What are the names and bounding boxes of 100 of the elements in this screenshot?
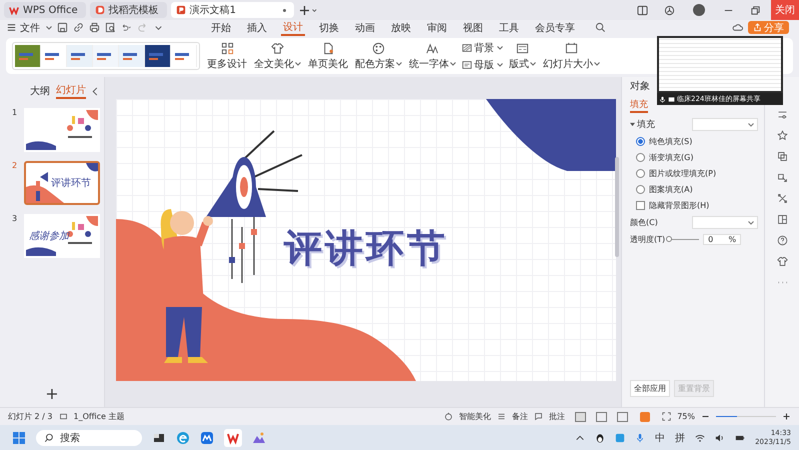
template-thumbnail[interactable]: [145, 45, 171, 67]
mountain-app-icon[interactable]: [252, 430, 266, 444]
windows-start-icon[interactable]: [12, 430, 26, 444]
sliders-icon[interactable]: [776, 109, 788, 120]
ribbon-tab[interactable]: 审阅: [425, 20, 449, 34]
template-thumbnail[interactable]: [67, 45, 93, 67]
layout-icon[interactable]: [776, 214, 788, 225]
fill-tab[interactable]: 填充: [630, 98, 648, 113]
theme-icon[interactable]: [58, 412, 68, 421]
reading-view-icon[interactable]: [617, 412, 628, 422]
fit-window-icon[interactable]: [662, 412, 672, 421]
slider-thumb[interactable]: [666, 236, 672, 242]
template-thumbnail[interactable]: [15, 45, 41, 67]
menu-icon[interactable]: [6, 22, 17, 33]
grid-view-icon[interactable]: [596, 412, 608, 422]
print-icon[interactable]: [89, 22, 100, 33]
help-icon[interactable]: [776, 235, 788, 246]
caret-icon: [450, 62, 456, 66]
radio-button[interactable]: [636, 185, 645, 194]
ribbon-tab[interactable]: 会员专享: [533, 20, 577, 34]
add-slide-button[interactable]: +: [45, 384, 59, 403]
wifi-icon[interactable]: [695, 432, 706, 442]
page-icon: [322, 42, 334, 54]
radio-button[interactable]: [636, 169, 645, 178]
template-thumbnail[interactable]: [93, 45, 119, 67]
beautify-icon[interactable]: [444, 412, 454, 421]
shape-icon[interactable]: [776, 172, 788, 183]
radio-button[interactable]: [636, 137, 645, 146]
meeting-app-icon[interactable]: [200, 430, 214, 444]
collapse-icon[interactable]: [92, 86, 98, 96]
apply-all-button[interactable]: 全部应用: [630, 380, 670, 397]
avatar-icon[interactable]: [693, 4, 705, 16]
penguin-icon[interactable]: [595, 432, 606, 442]
ribbon-tab[interactable]: 视图: [461, 20, 485, 34]
file-menu-button[interactable]: 文件: [20, 20, 40, 34]
input-mode-indicator[interactable]: 中: [655, 430, 666, 444]
ribbon-tab[interactable]: 放映: [389, 20, 413, 34]
panel-tab[interactable]: 大纲: [30, 84, 50, 98]
star-icon[interactable]: [776, 130, 788, 141]
slide-thumbnail[interactable]: 评讲环节: [24, 161, 100, 205]
comments-button[interactable]: 批注: [549, 411, 566, 422]
checkbox[interactable]: [636, 201, 645, 210]
expand-triangle-icon[interactable]: [630, 122, 635, 127]
document-tab[interactable]: 演示文稿1: [170, 2, 294, 18]
ribbon-tool-button[interactable]: 统一字体: [408, 42, 457, 70]
template-thumbnail[interactable]: [119, 45, 145, 67]
caret-icon: [748, 123, 754, 127]
microphone-icon[interactable]: [659, 96, 666, 102]
ribbon-tab[interactable]: 工具: [497, 20, 521, 34]
ribbon-tool-button[interactable]: 单页美化: [307, 42, 349, 70]
edge-browser-icon[interactable]: [176, 430, 190, 444]
transparency-field[interactable]: 0 %: [703, 234, 742, 245]
zoom-level[interactable]: 75%: [677, 412, 695, 421]
section-header[interactable]: 填充: [637, 118, 655, 131]
new-tab-icon[interactable]: [300, 4, 318, 16]
shirt-icon[interactable]: [776, 256, 788, 267]
taskbar-search-field[interactable]: 搜索: [36, 430, 142, 446]
ribbon-tool-button[interactable]: 全文美化: [253, 42, 302, 70]
search-icon: [44, 432, 54, 442]
slide-thumbnail[interactable]: [24, 108, 100, 152]
close-button[interactable]: 关闭: [771, 0, 799, 20]
caret-icon[interactable]: [46, 26, 52, 30]
ribbon-tab[interactable]: 动画: [353, 20, 377, 34]
document-tab[interactable]: 找稻壳模板: [90, 2, 167, 18]
search-icon[interactable]: [595, 22, 606, 33]
ribbon-tool-button[interactable]: 幻灯片大小: [542, 42, 601, 70]
slide-title[interactable]: 评讲环节: [284, 223, 448, 274]
ribbon-tool-button[interactable]: 更多设计: [206, 42, 248, 70]
theme-name[interactable]: 1_Office 主题: [74, 411, 124, 422]
notes-button[interactable]: 备注: [512, 411, 528, 422]
ribbon-tab[interactable]: 开始: [209, 20, 233, 34]
input-method-indicator[interactable]: 拼: [675, 430, 686, 444]
restore-icon[interactable]: [750, 4, 761, 16]
ribbon-tab[interactable]: 切换: [317, 20, 341, 34]
radio-button[interactable]: [636, 153, 645, 162]
wps-app-icon[interactable]: [224, 428, 242, 446]
smart-beautify-button[interactable]: 智能美化: [459, 411, 492, 422]
layout-icon[interactable]: [637, 4, 648, 16]
ribbon-tool-button[interactable]: 背景: [462, 40, 503, 54]
color-dropdown[interactable]: [692, 216, 758, 229]
slide-thumbnail[interactable]: 感谢参加: [24, 214, 100, 258]
panel-tab[interactable]: 幻灯片: [56, 83, 86, 99]
copy-icon[interactable]: [776, 151, 788, 162]
ribbon-tab[interactable]: 设计: [281, 20, 305, 36]
speaker-icon[interactable]: [715, 432, 726, 442]
scrollbar[interactable]: [615, 157, 619, 257]
undo-icon[interactable]: [121, 22, 132, 33]
document-tab[interactable]: WPS Office: [4, 2, 86, 18]
ribbon-tool-button[interactable]: 版式: [508, 42, 537, 70]
normal-view-icon[interactable]: [575, 412, 586, 422]
zoom-in-icon[interactable]: [782, 412, 791, 421]
print-preview-icon[interactable]: [105, 22, 116, 33]
save-icon[interactable]: [57, 22, 68, 33]
notes-icon[interactable]: [497, 412, 506, 421]
ribbon-tab[interactable]: 插入: [245, 20, 269, 34]
comment-icon[interactable]: [534, 412, 544, 421]
link-icon[interactable]: [73, 22, 84, 33]
ribbon-tool-button[interactable]: 母版: [462, 58, 503, 72]
ribbon-tool-button[interactable]: 配色方案: [354, 42, 403, 70]
cloud-icon[interactable]: [732, 22, 743, 33]
